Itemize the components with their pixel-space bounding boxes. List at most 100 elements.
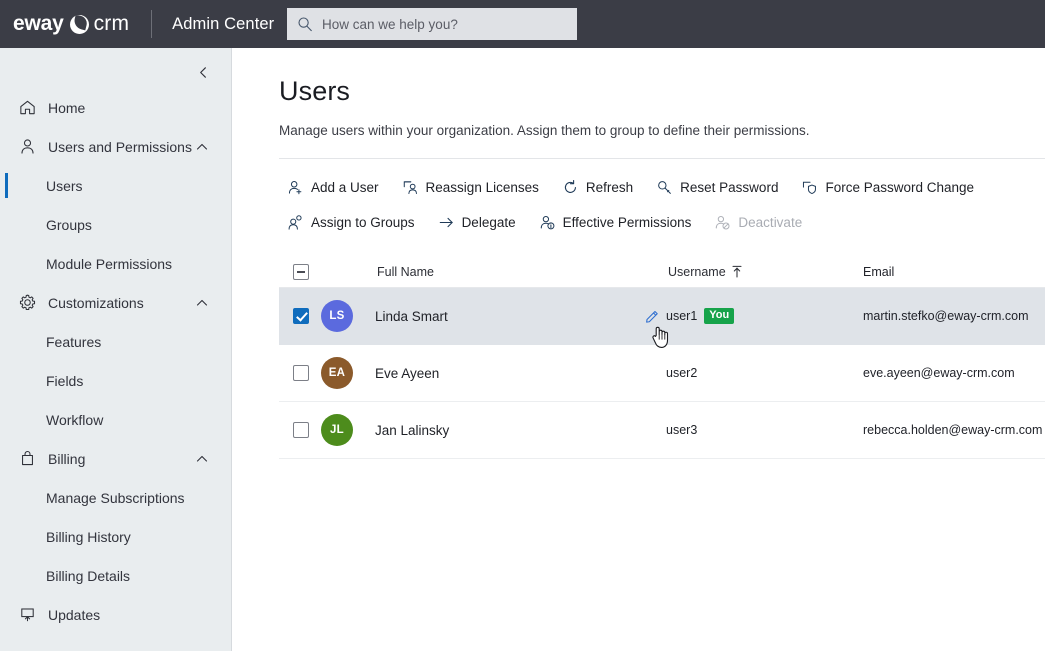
toolbar-button-label: Refresh (585, 179, 634, 195)
row-checkbox[interactable] (293, 422, 309, 438)
row-checkbox[interactable] (293, 308, 309, 324)
toolbar-button-label: Delegate (461, 214, 516, 230)
avatar: JL (321, 414, 353, 446)
person-icon (17, 137, 37, 157)
users-table: Full Name Username Email LS Linda Smart … (279, 256, 1045, 459)
bag-icon (17, 449, 37, 469)
select-all-cell (279, 263, 321, 280)
cell-email: martin.stefko@eway-crm.com (863, 309, 1029, 323)
search-icon (297, 16, 313, 32)
username-text: user1 (666, 309, 698, 323)
sidebar-item-manage-subscriptions[interactable]: Manage Subscriptions (0, 478, 231, 517)
sidebar-item-label: Billing (48, 450, 86, 467)
delegate-button[interactable]: Delegate (430, 206, 527, 238)
reset-password-button[interactable]: Reset Password (648, 171, 789, 203)
sidebar-item-module-permissions[interactable]: Module Permissions (0, 244, 231, 283)
column-header-email[interactable]: Email (863, 265, 1045, 279)
cell-username: user2 (666, 366, 863, 380)
avatar: LS (321, 300, 353, 332)
column-header-label: Full Name (377, 264, 434, 279)
person-group-icon (287, 214, 304, 231)
sidebar-item-customizations[interactable]: Customizations (0, 283, 231, 322)
table-row[interactable]: EA Eve Ayeen user2 eve.ayeen@eway-crm.co… (279, 345, 1045, 402)
column-header-label: Username (668, 264, 726, 279)
sidebar-item-updates[interactable]: Updates (0, 595, 231, 634)
table-row[interactable]: LS Linda Smart user1 You martin.stefko@e… (279, 288, 1045, 348)
person-add-icon (287, 179, 304, 196)
sidebar-item-label: Manage Subscriptions (46, 489, 185, 506)
sidebar-item-groups[interactable]: Groups (0, 205, 231, 244)
sidebar-item-label: Workflow (46, 411, 104, 428)
sidebar-item-fields[interactable]: Fields (0, 361, 231, 400)
command-toolbar: Add a User Reassign Licenses Refresh Res… (279, 171, 1045, 238)
sidebar-item-billing-details[interactable]: Billing Details (0, 556, 231, 595)
sidebar-item-label: Features (46, 333, 102, 350)
toolbar-button-label: Assign to Groups (311, 214, 415, 230)
sidebar-item-home[interactable]: Home (0, 88, 231, 127)
assign-to-groups-button[interactable]: Assign to Groups (279, 206, 426, 238)
home-icon (17, 98, 37, 118)
chevron-up-icon[interactable] (195, 140, 209, 154)
sidebar: Home Users and Permissions Users Groups (0, 48, 232, 651)
eway-crm-logo[interactable]: eway crm (13, 0, 129, 48)
header-divider (279, 158, 1045, 159)
sidebar-item-users-and-permissions[interactable]: Users and Permissions (0, 127, 231, 166)
toolbar-button-label: Add a User (311, 179, 379, 195)
force-password-change-button[interactable]: Force Password Change (793, 171, 985, 203)
refresh-button[interactable]: Refresh (554, 171, 644, 203)
add-a-user-button[interactable]: Add a User (279, 171, 390, 203)
sidebar-item-label: Groups (46, 216, 92, 233)
topbar-divider (151, 10, 153, 38)
top-bar: eway crm Admin Center How can we help yo… (0, 0, 1045, 48)
reassign-licenses-button[interactable]: Reassign Licenses (394, 171, 550, 203)
column-header-full-name[interactable]: Full Name (375, 265, 666, 279)
sort-ascending-icon (731, 265, 743, 278)
search-placeholder-text: How can we help you? (322, 16, 458, 32)
app-title: Admin Center (172, 14, 275, 33)
gear-icon (17, 293, 37, 313)
toolbar-button-label: Effective Permissions (562, 214, 692, 230)
sidebar-item-label: Users (46, 177, 83, 194)
refresh-icon (562, 179, 579, 196)
sidebar-item-billing[interactable]: Billing (0, 439, 231, 478)
sidebar-item-users[interactable]: Users (0, 166, 231, 205)
person-block-icon (714, 214, 731, 231)
column-header-username[interactable]: Username (666, 265, 863, 279)
select-all-checkbox[interactable] (293, 263, 309, 280)
cell-full-name: Linda Smart (375, 308, 448, 324)
avatar-cell: JL (321, 414, 375, 446)
avatar-cell: LS (321, 300, 375, 332)
avatar-cell: EA (321, 357, 375, 389)
username-text: user3 (666, 423, 698, 437)
sidebar-item-label: Updates (48, 606, 101, 623)
force-password-icon (801, 179, 818, 196)
sidebar-item-workflow[interactable]: Workflow (0, 400, 231, 439)
sidebar-nav-list: Home Users and Permissions Users Groups (0, 88, 231, 634)
toolbar-button-label: Reassign Licenses (425, 179, 539, 195)
sidebar-item-label: Home (48, 99, 86, 116)
deactivate-button: Deactivate (706, 206, 813, 238)
table-row[interactable]: JL Jan Lalinsky user3 rebecca.holden@ewa… (279, 402, 1045, 459)
chevron-up-icon[interactable] (195, 296, 209, 310)
effective-permissions-button[interactable]: Effective Permissions (531, 206, 703, 238)
row-select-cell (279, 422, 321, 438)
cell-email: rebecca.holden@eway-crm.com (863, 423, 1043, 437)
update-icon (17, 605, 37, 625)
person-info-icon (539, 214, 556, 231)
arrow-right-icon (438, 214, 455, 231)
sidebar-item-label: Module Permissions (46, 255, 173, 272)
main-content: Users Manage users within your organizat… (233, 48, 1045, 651)
sidebar-collapse-button[interactable] (189, 58, 217, 86)
row-select-cell (279, 365, 321, 381)
chevron-up-icon[interactable] (195, 452, 209, 466)
search-box[interactable]: How can we help you? (287, 8, 577, 40)
sidebar-item-features[interactable]: Features (0, 322, 231, 361)
pencil-edit-icon[interactable] (644, 307, 661, 324)
sidebar-item-label: Customizations (48, 294, 144, 311)
cell-full-name: Jan Lalinsky (375, 422, 450, 438)
sidebar-item-label: Billing Details (46, 567, 131, 584)
logo-text-secondary: crm (93, 12, 130, 35)
row-checkbox[interactable] (293, 365, 309, 381)
page-subtitle: Manage users within your organization. A… (279, 123, 810, 138)
sidebar-item-billing-history[interactable]: Billing History (0, 517, 231, 556)
